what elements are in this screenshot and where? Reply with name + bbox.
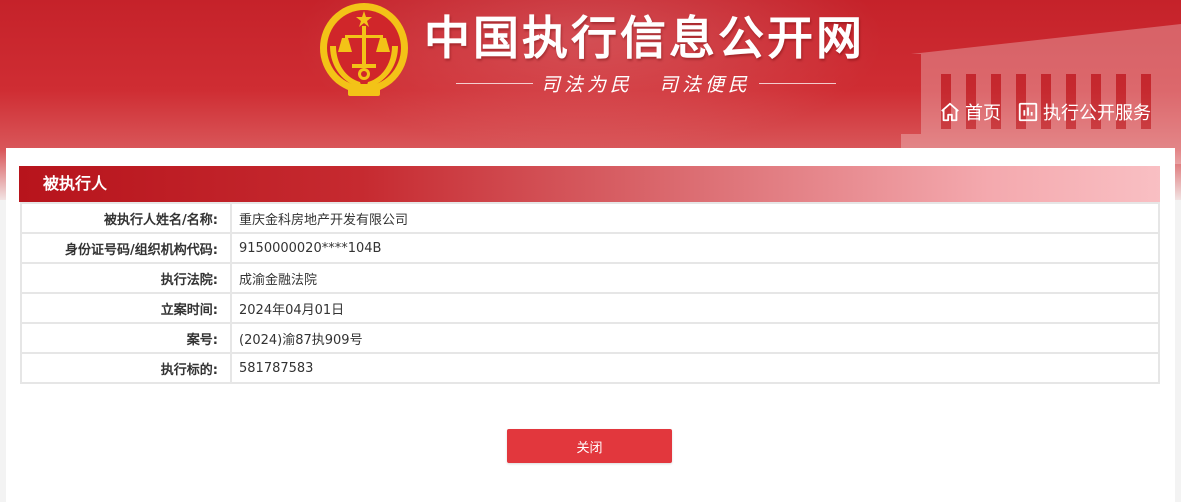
slogan-divider-left [456, 82, 533, 84]
slogan-row: 司法为民 司法便民 [456, 70, 836, 96]
row-label-name: 被执行人姓名/名称: [20, 202, 232, 234]
row-value-filing-date: 2024年04月01日 [230, 292, 1160, 324]
slogan-divider-right [759, 82, 836, 84]
nav-service-link[interactable]: 执行公开服务 [1017, 99, 1151, 125]
row-value-id: 9150000020****104B [230, 232, 1160, 264]
slogan-part-1: 司法为民 [540, 73, 633, 96]
row-label-court: 执行法院: [20, 262, 232, 294]
row-label-id: 身份证号码/组织机构代码: [20, 232, 232, 264]
court-emblem-icon [320, 3, 408, 96]
row-value-court: 成渝金融法院 [230, 262, 1160, 294]
nav-home-label: 首页 [965, 103, 1001, 124]
close-button[interactable]: 关闭 [507, 429, 672, 463]
table-row: 身份证号码/组织机构代码: 9150000020****104B [20, 232, 1160, 264]
table-row: 被执行人姓名/名称: 重庆金科房地产开发有限公司 [20, 202, 1160, 234]
section-title: 被执行人 [43, 174, 108, 193]
nav-home-link[interactable]: 首页 [939, 99, 1001, 125]
site-title: 中国执行信息公开网 [424, 11, 865, 65]
top-nav: 首页 执行公开服务 [939, 99, 1151, 125]
home-icon [941, 102, 959, 122]
slogan: 司法为民 司法便民 [541, 70, 751, 97]
row-value-case-number: (2024)渝87执909号 [230, 322, 1160, 354]
row-label-case-number: 案号: [20, 322, 232, 354]
page: 中国执行信息公开网 司法为民 司法便民 首页 执行公开服务 被执行人 被执行人姓… [0, 0, 1181, 502]
chart-icon [1018, 102, 1038, 122]
court-building-image [901, 24, 1181, 164]
table-row: 立案时间: 2024年04月01日 [20, 292, 1160, 324]
section-header: 被执行人 [19, 166, 1160, 202]
detail-card: 被执行人 被执行人姓名/名称: 重庆金科房地产开发有限公司 身份证号码/组织机构… [6, 148, 1175, 502]
table-row: 执行标的: 581787583 [20, 352, 1160, 384]
nav-service-label: 执行公开服务 [1043, 103, 1151, 124]
debtor-info-table: 被执行人姓名/名称: 重庆金科房地产开发有限公司 身份证号码/组织机构代码: 9… [20, 202, 1160, 384]
row-label-filing-date: 立案时间: [20, 292, 232, 324]
row-label-amount: 执行标的: [20, 352, 232, 384]
table-row: 案号: (2024)渝87执909号 [20, 322, 1160, 354]
table-row: 执行法院: 成渝金融法院 [20, 262, 1160, 294]
slogan-part-2: 司法便民 [659, 73, 752, 96]
row-value-name: 重庆金科房地产开发有限公司 [230, 202, 1160, 234]
row-value-amount: 581787583 [230, 352, 1160, 384]
